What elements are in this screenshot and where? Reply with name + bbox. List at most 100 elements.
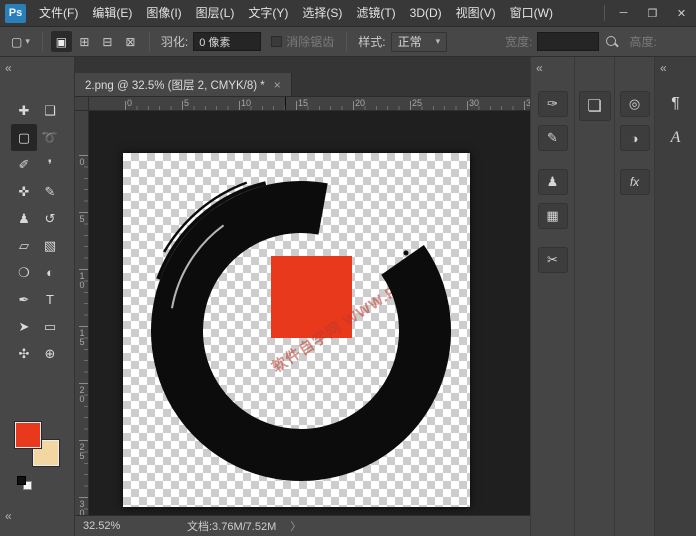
path-selection-tool-button[interactable]: ➤	[11, 313, 37, 340]
feather-label: 羽化:	[161, 33, 188, 50]
intersect-selection-button[interactable]: ⊠	[120, 31, 141, 52]
brushes-panel-button[interactable]: ✎	[538, 125, 568, 151]
clone-stamp-tool-button[interactable]: ♟	[11, 205, 37, 232]
panel-dock-1: « ✑ ✎ ♟ ▦ ✂	[530, 57, 574, 536]
document-canvas[interactable]: 软件自学网 WWW.R	[123, 153, 470, 507]
tools-panel-footer: «	[0, 505, 74, 525]
dock-header	[575, 57, 614, 87]
ruler-corner[interactable]	[75, 97, 89, 111]
status-chevron-icon[interactable]: 〉	[290, 518, 301, 534]
hand-tool-button[interactable]: ✣	[11, 340, 37, 367]
collapse-tools-icon[interactable]: «	[5, 61, 12, 75]
antialias-label: 消除锯齿	[286, 33, 334, 50]
canvas-viewport: 0 5 10 15 20 25 30 35 0 5 10 15	[75, 97, 530, 515]
zoom-level-field[interactable]: 32.52%	[83, 520, 135, 532]
document-area: 2.png @ 32.5% (图层 2, CMYK/8) * × 0 5 10 …	[75, 57, 530, 536]
collapse-dock-icon[interactable]: «	[536, 61, 543, 75]
options-divider	[346, 32, 347, 52]
default-black-swatch	[17, 476, 26, 485]
document-tab-title: 2.png @ 32.5% (图层 2, CMYK/8) *	[85, 77, 265, 93]
document-size-info: 文档:3.76M/7.52M	[187, 518, 276, 534]
tool-preset-dropdown[interactable]: ▢ ▾	[6, 33, 35, 51]
photoshop-logo-icon[interactable]: Ps	[5, 4, 26, 23]
tool-options-bar: ▢ ▾ ▣ ⊞ ⊟ ⊠ 羽化: 消除锯齿 样式: 正常 ▾ 宽度: 高度:	[0, 27, 696, 57]
menu-window[interactable]: 窗口(W)	[503, 0, 560, 26]
dock-header: «	[531, 57, 574, 87]
new-selection-button[interactable]: ▣	[51, 31, 72, 52]
layers-panel-button[interactable]: ❏	[579, 91, 611, 121]
default-colors-icon[interactable]	[17, 476, 35, 491]
collapse-tools-bottom-icon[interactable]: «	[5, 509, 12, 523]
style-select-value: 正常	[398, 33, 422, 50]
clone-source-panel-button[interactable]: ♟	[538, 169, 568, 195]
vertical-ruler[interactable]: 0 5 10 15 20 25 30	[75, 111, 89, 515]
ruler-number: 0	[127, 98, 132, 108]
antialias-checkbox[interactable]	[271, 36, 282, 47]
horizontal-ruler[interactable]: 0 5 10 15 20 25 30 35	[89, 97, 530, 111]
menu-edit[interactable]: 编辑(E)	[85, 0, 139, 26]
style-label: 样式:	[358, 33, 385, 50]
menu-select[interactable]: 选择(S)	[295, 0, 349, 26]
marquee-tool-icon: ▢	[11, 35, 22, 49]
eraser-tool-button[interactable]: ▱	[11, 232, 37, 259]
quick-selection-tool-button[interactable]: ✐	[11, 151, 37, 178]
brush-tool-button[interactable]: ✎	[37, 178, 63, 205]
menu-view[interactable]: 视图(V)	[449, 0, 503, 26]
document-tab[interactable]: 2.png @ 32.5% (图层 2, CMYK/8) * ×	[75, 73, 292, 96]
ruler-number: 30	[77, 499, 87, 515]
character-styles-panel-button[interactable]: A	[661, 125, 691, 151]
foreground-color-swatch[interactable]	[15, 422, 41, 448]
menu-layer[interactable]: 图层(L)	[189, 0, 242, 26]
crop-tool-button[interactable]: ❑	[37, 97, 63, 124]
height-label: 高度:	[629, 33, 656, 50]
rectangle-shape-tool-button[interactable]: ▭	[37, 313, 63, 340]
adjustments-panel-button[interactable]: ◑	[620, 125, 650, 151]
menu-type[interactable]: 文字(Y)	[241, 0, 295, 26]
add-to-selection-button[interactable]: ⊞	[74, 31, 95, 52]
subtract-from-selection-button[interactable]: ⊟	[97, 31, 118, 52]
minimize-button[interactable]: ─	[609, 0, 638, 26]
scissors-panel-button[interactable]: ✂	[538, 247, 568, 273]
collapse-dock2-icon[interactable]: «	[660, 61, 667, 75]
menu-3d[interactable]: 3D(D)	[403, 0, 449, 26]
ink-circle-artwork	[123, 153, 470, 507]
options-divider	[42, 32, 43, 52]
menu-file[interactable]: 文件(F)	[32, 0, 85, 26]
move-tool-button[interactable]: ✚	[11, 97, 37, 124]
ruler-number: 5	[77, 214, 87, 223]
panel-dock-3: ◎ ◑ fx	[614, 57, 654, 536]
ruler-number: 15	[77, 328, 87, 346]
chevron-down-icon: ▾	[436, 36, 441, 47]
styles-panel-button[interactable]: ◎	[620, 91, 650, 117]
type-tool-button[interactable]: T	[37, 286, 63, 313]
search-icon[interactable]	[605, 35, 619, 49]
tab-close-icon[interactable]: ×	[274, 78, 281, 92]
eyedropper-tool-button[interactable]: ❜	[37, 151, 63, 178]
healing-brush-tool-button[interactable]: ✜	[11, 178, 37, 205]
lasso-tool-button[interactable]: ➰	[37, 124, 63, 151]
dodge-tool-button[interactable]: ◐	[37, 259, 63, 286]
options-divider	[149, 32, 150, 52]
panel-dock-4: « ¶ A	[654, 57, 696, 536]
menu-filter[interactable]: 滤镜(T)	[349, 0, 402, 26]
pattern-panel-button[interactable]: ▦	[538, 203, 568, 229]
feather-input[interactable]	[193, 32, 261, 51]
close-button[interactable]: ✕	[667, 0, 696, 26]
brush-settings-panel-button[interactable]: ✑	[538, 91, 568, 117]
dock-header	[615, 57, 654, 87]
history-brush-tool-button[interactable]: ↺	[37, 205, 63, 232]
menubar-divider	[604, 5, 605, 21]
pasteboard[interactable]: 软件自学网 WWW.R	[89, 111, 530, 515]
zoom-tool-button[interactable]: ⊕	[37, 340, 63, 367]
pen-tool-button[interactable]: ✒	[11, 286, 37, 313]
width-input[interactable]	[537, 32, 599, 51]
blur-tool-button[interactable]: ❍	[11, 259, 37, 286]
effects-panel-button[interactable]: fx	[620, 169, 650, 195]
style-select[interactable]: 正常 ▾	[391, 32, 448, 52]
paragraph-panel-button[interactable]: ¶	[661, 91, 691, 117]
rectangular-marquee-tool-button[interactable]: ▢	[11, 124, 37, 151]
ruler-number: 30	[469, 98, 479, 108]
gradient-tool-button[interactable]: ▧	[37, 232, 63, 259]
menu-image[interactable]: 图像(I)	[139, 0, 188, 26]
restore-button[interactable]: ❐	[638, 0, 667, 26]
